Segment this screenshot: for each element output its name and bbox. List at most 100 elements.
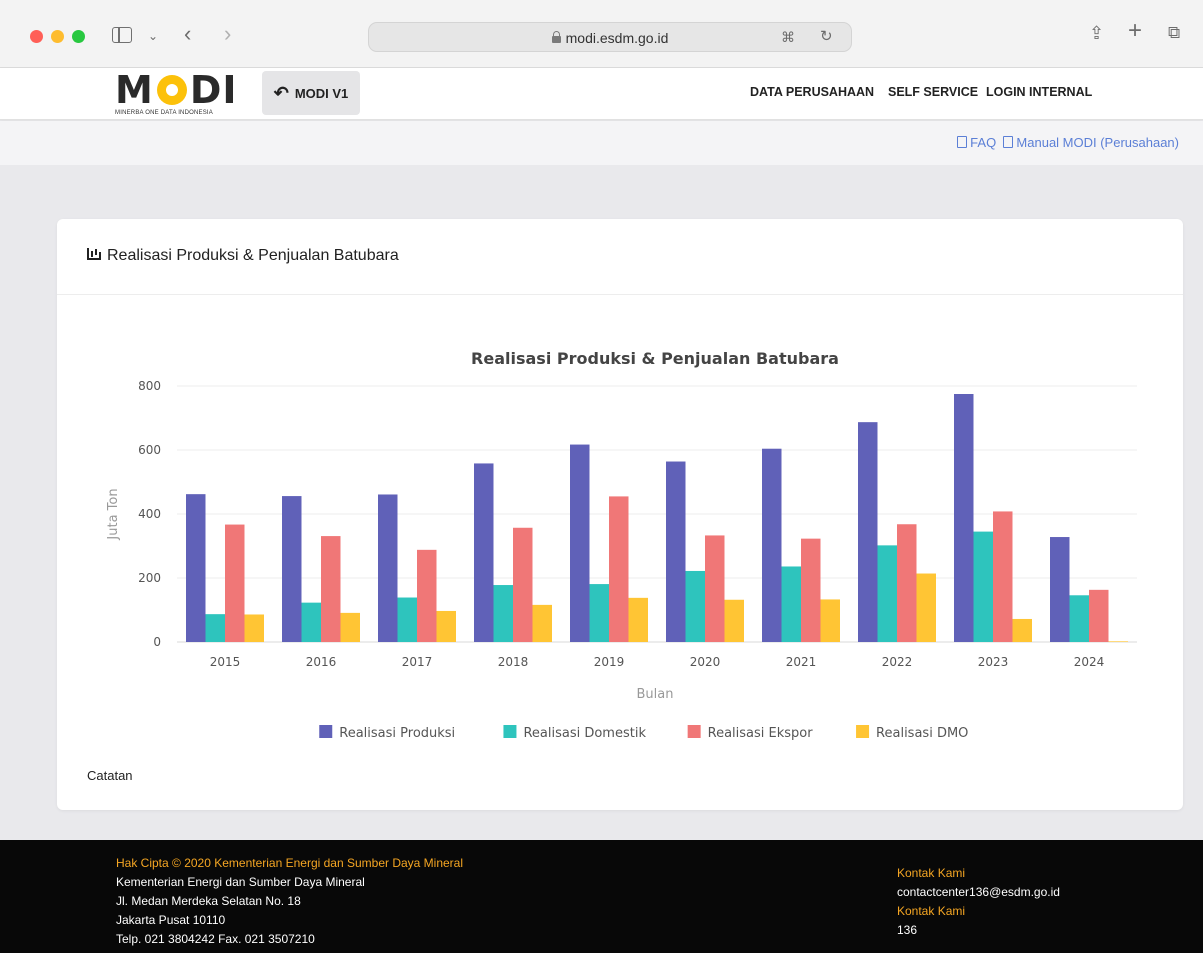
bar[interactable] xyxy=(724,599,745,642)
bar[interactable] xyxy=(1089,589,1109,642)
footer-contact-phone: 136 xyxy=(897,923,918,937)
translate-icon[interactable]: ⌘ xyxy=(781,28,795,46)
x-tick-label: 2024 xyxy=(1074,655,1105,669)
bar[interactable] xyxy=(685,570,706,642)
legend-swatch[interactable] xyxy=(319,725,333,738)
x-axis-label: Bulan xyxy=(637,687,674,702)
share-icon[interactable]: ⇪ xyxy=(1089,24,1104,42)
bar[interactable] xyxy=(993,511,1013,642)
bar[interactable] xyxy=(205,614,226,642)
legend-swatch[interactable] xyxy=(856,725,870,738)
bar[interactable] xyxy=(417,549,437,642)
bar[interactable] xyxy=(1050,537,1070,642)
bar[interactable] xyxy=(781,566,802,642)
legend-label[interactable]: Realisasi Domestik xyxy=(523,726,646,741)
maximize-window-button[interactable] xyxy=(72,30,85,43)
legend-label[interactable]: Realisasi Ekspor xyxy=(708,726,814,741)
bar[interactable] xyxy=(225,524,245,642)
x-tick-label: 2015 xyxy=(210,655,241,669)
legend-label[interactable]: Realisasi DMO xyxy=(876,726,968,741)
bar[interactable] xyxy=(436,610,457,642)
bar[interactable] xyxy=(570,444,590,642)
footer-address-line-2: Jakarta Pusat 10110 xyxy=(116,913,226,927)
bar[interactable] xyxy=(609,496,629,642)
footer-contact-label: Kontak Kami xyxy=(897,866,966,880)
footer-address-line-1: Jl. Medan Merdeka Selatan No. 18 xyxy=(116,894,301,908)
x-tick-label: 2023 xyxy=(978,655,1009,669)
bar[interactable] xyxy=(282,496,302,642)
x-tick-label: 2017 xyxy=(402,655,433,669)
bar[interactable] xyxy=(301,602,322,642)
bar[interactable] xyxy=(705,535,725,642)
bar[interactable] xyxy=(858,422,878,642)
y-tick-label: 800 xyxy=(138,379,161,393)
browser-toolbar: ⌄ ‹ › modi.esdm.go.id ⌘ ↻ ⇪ + ⧉ xyxy=(0,0,1203,68)
card-header: Realisasi Produksi & Penjualan Batubara xyxy=(57,219,1183,295)
bar[interactable] xyxy=(532,604,553,642)
bar[interactable] xyxy=(474,463,494,642)
bar[interactable] xyxy=(973,531,994,642)
minimize-window-button[interactable] xyxy=(51,30,64,43)
bar[interactable] xyxy=(916,573,937,642)
footer-org: Kementerian Energi dan Sumber Daya Miner… xyxy=(116,875,365,889)
x-tick-label: 2022 xyxy=(882,655,913,669)
y-tick-label: 400 xyxy=(138,507,161,521)
faq-link[interactable]: FAQ xyxy=(957,135,996,150)
legend-label[interactable]: Realisasi Produksi xyxy=(339,726,455,741)
bar[interactable] xyxy=(513,527,533,642)
sidebar-toggle-icon[interactable] xyxy=(112,27,132,43)
footer-copyright: Hak Cipta © 2020 Kementerian Energi dan … xyxy=(116,856,464,870)
bar[interactable] xyxy=(493,585,514,642)
bar[interactable] xyxy=(244,614,265,642)
bar[interactable] xyxy=(877,545,898,642)
nav-data-perusahaan[interactable]: DATA PERUSAHAAN xyxy=(750,85,874,99)
new-tab-icon[interactable]: + xyxy=(1128,19,1142,43)
x-tick-label: 2019 xyxy=(594,655,625,669)
reload-icon[interactable]: ↻ xyxy=(820,28,833,46)
address-bar[interactable]: modi.esdm.go.id ⌘ ↻ xyxy=(368,22,852,52)
modi-v1-label: MODI V1 xyxy=(294,85,349,101)
bar[interactable] xyxy=(321,536,341,642)
modi-v1-button[interactable]: ↶ MODI V1 xyxy=(262,71,360,115)
bar[interactable] xyxy=(186,494,206,642)
bar[interactable] xyxy=(628,597,649,642)
nav-login-internal[interactable]: LOGIN INTERNAL xyxy=(986,85,1092,99)
bar[interactable] xyxy=(666,461,686,642)
bar[interactable] xyxy=(589,584,610,642)
y-tick-label: 600 xyxy=(138,443,161,457)
x-tick-label: 2016 xyxy=(306,655,337,669)
x-tick-label: 2020 xyxy=(690,655,721,669)
bar[interactable] xyxy=(1012,618,1033,642)
chart-card: Realisasi Produksi & Penjualan Batubara … xyxy=(57,219,1183,810)
x-tick-label: 2018 xyxy=(498,655,529,669)
legend-swatch[interactable] xyxy=(503,725,517,738)
bar[interactable] xyxy=(340,612,361,642)
pdf-icon xyxy=(957,136,968,148)
lock-icon xyxy=(551,31,561,43)
bar-chart: Realisasi Produksi & Penjualan Batubara … xyxy=(106,349,1137,741)
y-tick-label: 200 xyxy=(138,571,161,585)
bar[interactable] xyxy=(801,538,821,642)
x-tick-label: 2021 xyxy=(786,655,817,669)
bar[interactable] xyxy=(762,448,782,642)
note-label: Catatan xyxy=(87,768,133,783)
modi-logo[interactable]: M DI MINERBA ONE DATA INDONESIA xyxy=(115,71,245,119)
bar[interactable] xyxy=(820,599,841,642)
bar[interactable] xyxy=(1069,595,1090,642)
bar[interactable] xyxy=(897,524,917,642)
back-arrow-icon[interactable]: ‹ xyxy=(184,23,191,45)
forward-arrow-icon[interactable]: › xyxy=(224,23,231,45)
chevron-down-icon[interactable]: ⌄ xyxy=(148,27,158,45)
legend-swatch[interactable] xyxy=(687,725,701,738)
footer-contact-email[interactable]: contactcenter136@esdm.go.id xyxy=(897,883,1060,902)
faq-link-label: FAQ xyxy=(970,135,997,150)
manual-link[interactable]: Manual MODI (Perusahaan) xyxy=(1003,135,1179,150)
manual-link-label: Manual MODI (Perusahaan) xyxy=(1016,135,1179,150)
bar[interactable] xyxy=(378,494,398,642)
bar[interactable] xyxy=(954,394,974,642)
tab-overview-icon[interactable]: ⧉ xyxy=(1168,24,1180,42)
nav-self-service[interactable]: SELF SERVICE xyxy=(888,85,978,99)
bar[interactable] xyxy=(1108,641,1129,642)
close-window-button[interactable] xyxy=(30,30,43,43)
bar[interactable] xyxy=(397,597,418,642)
